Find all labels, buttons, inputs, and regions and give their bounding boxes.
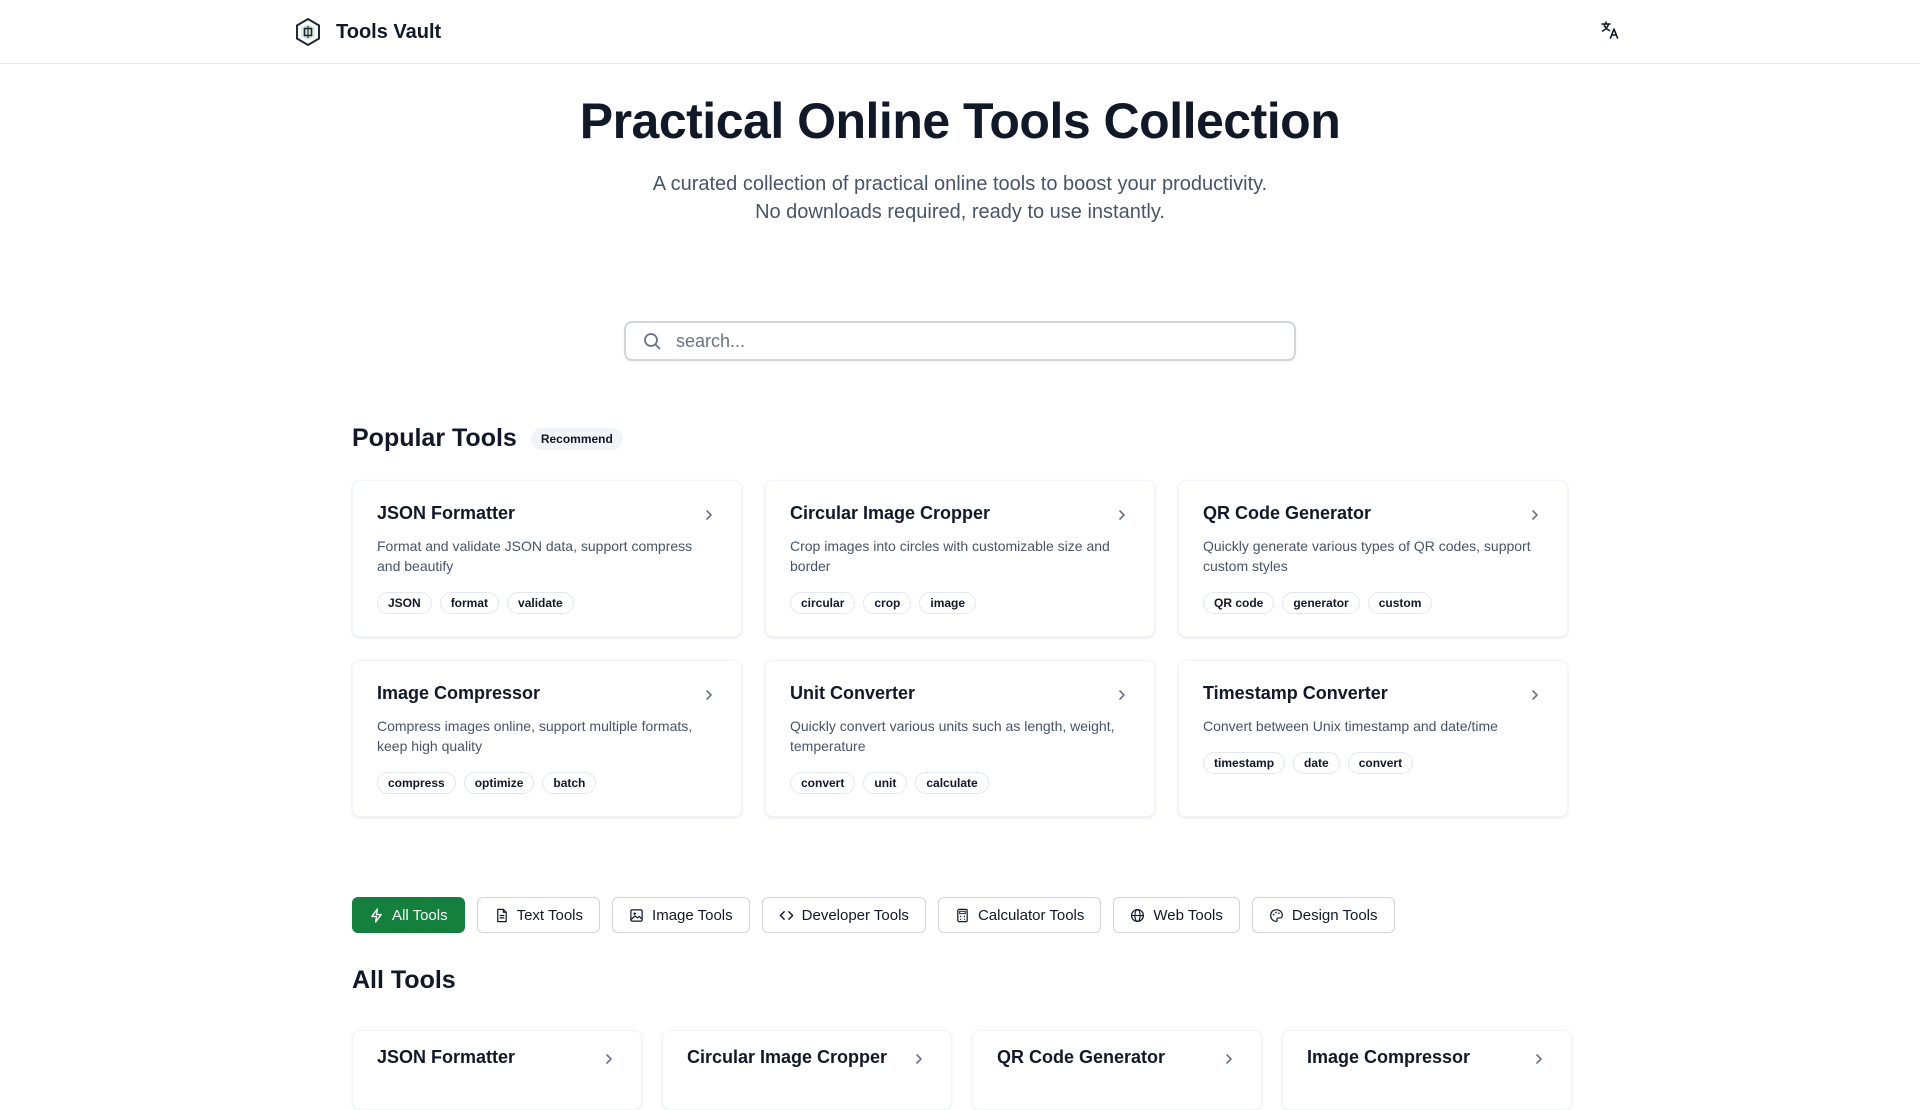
globe-icon: [1131, 908, 1145, 922]
brand[interactable]: Tools Vault: [292, 16, 441, 48]
chevron-right-icon: [1536, 1054, 1542, 1064]
chevron-right-icon: [1119, 510, 1125, 520]
code-icon: [779, 910, 793, 920]
chevron-right-icon: [1532, 690, 1538, 700]
tag: compress: [377, 772, 456, 794]
filter-label: Web Tools: [1153, 906, 1223, 924]
tool-card-description: Crop images into circles with customizab…: [790, 538, 1110, 574]
tool-card-title: JSON Formatter: [377, 1047, 516, 1067]
chevron-right-icon: [916, 1054, 922, 1064]
tag: convert: [1347, 752, 1414, 774]
filter-design-tools[interactable]: Design Tools: [1251, 897, 1395, 933]
translate-icon: [1600, 20, 1620, 45]
tag: batch: [542, 772, 597, 794]
tag: convert: [790, 772, 856, 794]
tool-card-title: Unit Converter: [790, 683, 916, 703]
tag: custom: [1367, 592, 1433, 614]
recommend-badge: Recommend: [530, 427, 623, 450]
tool-card-tags: timestamp date convert: [1203, 752, 1414, 774]
tool-card-tags: circular crop image: [790, 592, 977, 614]
chevron-right-icon: [606, 1054, 612, 1064]
chevron-right-icon: [1532, 510, 1538, 520]
tool-card-description: Format and validate JSON data, support c…: [377, 538, 693, 574]
tag: format: [439, 592, 500, 614]
search-input[interactable]: [676, 330, 1236, 352]
hero-subtitle: A curated collection of practical online…: [0, 170, 1920, 226]
tag: unit: [863, 772, 908, 794]
tag: circular: [790, 592, 856, 614]
palette-icon: [1269, 908, 1283, 922]
chevron-right-icon: [706, 690, 712, 700]
calculator-icon: [957, 908, 968, 922]
tool-card-qr-code-generator[interactable]: QR Code Generator: [972, 1030, 1262, 1110]
image-icon: [630, 908, 643, 922]
language-switch-button[interactable]: [1596, 18, 1624, 46]
tag: QR code: [1203, 592, 1275, 614]
popular-tools-header: Popular Tools Recommend: [352, 424, 623, 453]
hero-subtitle-line-1: A curated collection of practical online…: [652, 173, 1268, 195]
tool-card-description: Convert between Unix timestamp and date/…: [1203, 718, 1498, 734]
filter-web-tools[interactable]: Web Tools: [1113, 897, 1240, 933]
tag: validate: [507, 592, 574, 614]
filter-image-tools[interactable]: Image Tools: [612, 897, 750, 933]
tool-card-description: Compress images online, support multiple…: [377, 718, 693, 754]
tool-card-title: JSON Formatter: [377, 503, 516, 523]
page-title: Practical Online Tools Collection: [579, 93, 1341, 149]
filter-all-tools[interactable]: All Tools: [352, 897, 465, 933]
tool-card-title: Image Compressor: [377, 683, 541, 703]
tool-card-json-formatter[interactable]: JSON Formatter Format and validate JSON …: [352, 480, 742, 637]
tag: JSON: [377, 592, 432, 614]
chevron-right-icon: [1119, 690, 1125, 700]
filter-label: Image Tools: [652, 906, 733, 924]
filter-developer-tools[interactable]: Developer Tools: [761, 897, 926, 933]
filter-label: Developer Tools: [801, 906, 909, 924]
filter-text-tools[interactable]: Text Tools: [476, 897, 601, 933]
all-tools-title: All Tools: [352, 966, 456, 994]
hero-subtitle-line-2: No downloads required, ready to use inst…: [755, 201, 1165, 223]
filter-calculator-tools[interactable]: Calculator Tools: [937, 897, 1102, 933]
tag: date: [1293, 752, 1340, 774]
tool-card-title: QR Code Generator: [997, 1047, 1166, 1067]
category-filter-bar: All Tools Text Tools Image Tools Develop…: [352, 897, 1395, 933]
filter-label: Calculator Tools: [977, 906, 1085, 924]
filter-label: All Tools: [392, 906, 448, 924]
tool-card-tags: compress optimize batch: [377, 772, 597, 794]
zap-icon: [371, 907, 382, 923]
tag: generator: [1282, 592, 1360, 614]
tool-card-tags: QR code generator custom: [1203, 592, 1433, 614]
tool-card-title: QR Code Generator: [1203, 503, 1372, 523]
chevron-right-icon: [1226, 1054, 1232, 1064]
tool-card-title: Circular Image Cropper: [790, 503, 991, 523]
chevron-right-icon: [706, 510, 712, 520]
tag: crop: [863, 592, 912, 614]
top-navbar: Tools Vault: [0, 0, 1920, 64]
tool-card-title: Timestamp Converter: [1203, 683, 1388, 703]
tool-card-unit-converter[interactable]: Unit Converter Quickly convert various u…: [765, 660, 1155, 817]
search-icon: [642, 331, 662, 351]
file-text-icon: [496, 908, 507, 922]
filter-label: Text Tools: [516, 906, 584, 924]
tool-card-json-formatter[interactable]: JSON Formatter: [352, 1030, 642, 1110]
tool-card-circular-image-cropper[interactable]: Circular Image Cropper: [662, 1030, 952, 1110]
tool-card-title: Image Compressor: [1307, 1047, 1471, 1067]
tool-card-image-compressor[interactable]: Image Compressor Compress images online,…: [352, 660, 742, 817]
tag: timestamp: [1203, 752, 1286, 774]
tag: optimize: [463, 772, 535, 794]
filter-label: Design Tools: [1291, 906, 1378, 924]
tool-card-qr-code-generator[interactable]: QR Code Generator Quickly generate vario…: [1178, 480, 1568, 637]
tool-card-circular-image-cropper[interactable]: Circular Image Cropper Crop images into …: [765, 480, 1155, 637]
hexagon-logo-icon: [292, 16, 324, 48]
tool-card-timestamp-converter[interactable]: Timestamp Converter Convert between Unix…: [1178, 660, 1568, 817]
brand-name: Tools Vault: [336, 20, 442, 43]
tool-card-title: Circular Image Cropper: [687, 1047, 888, 1067]
tag: calculate: [915, 772, 989, 794]
tool-card-image-compressor[interactable]: Image Compressor: [1282, 1030, 1572, 1110]
tool-card-description: Quickly generate various types of QR cod…: [1203, 538, 1531, 574]
tool-card-tags: JSON format validate: [377, 592, 574, 614]
search-bar[interactable]: [624, 321, 1296, 361]
popular-tools-title: Popular Tools: [352, 424, 517, 452]
tool-card-description: Quickly convert various units such as le…: [790, 718, 1115, 754]
tag: image: [919, 592, 977, 614]
tool-card-tags: convert unit calculate: [790, 772, 989, 794]
